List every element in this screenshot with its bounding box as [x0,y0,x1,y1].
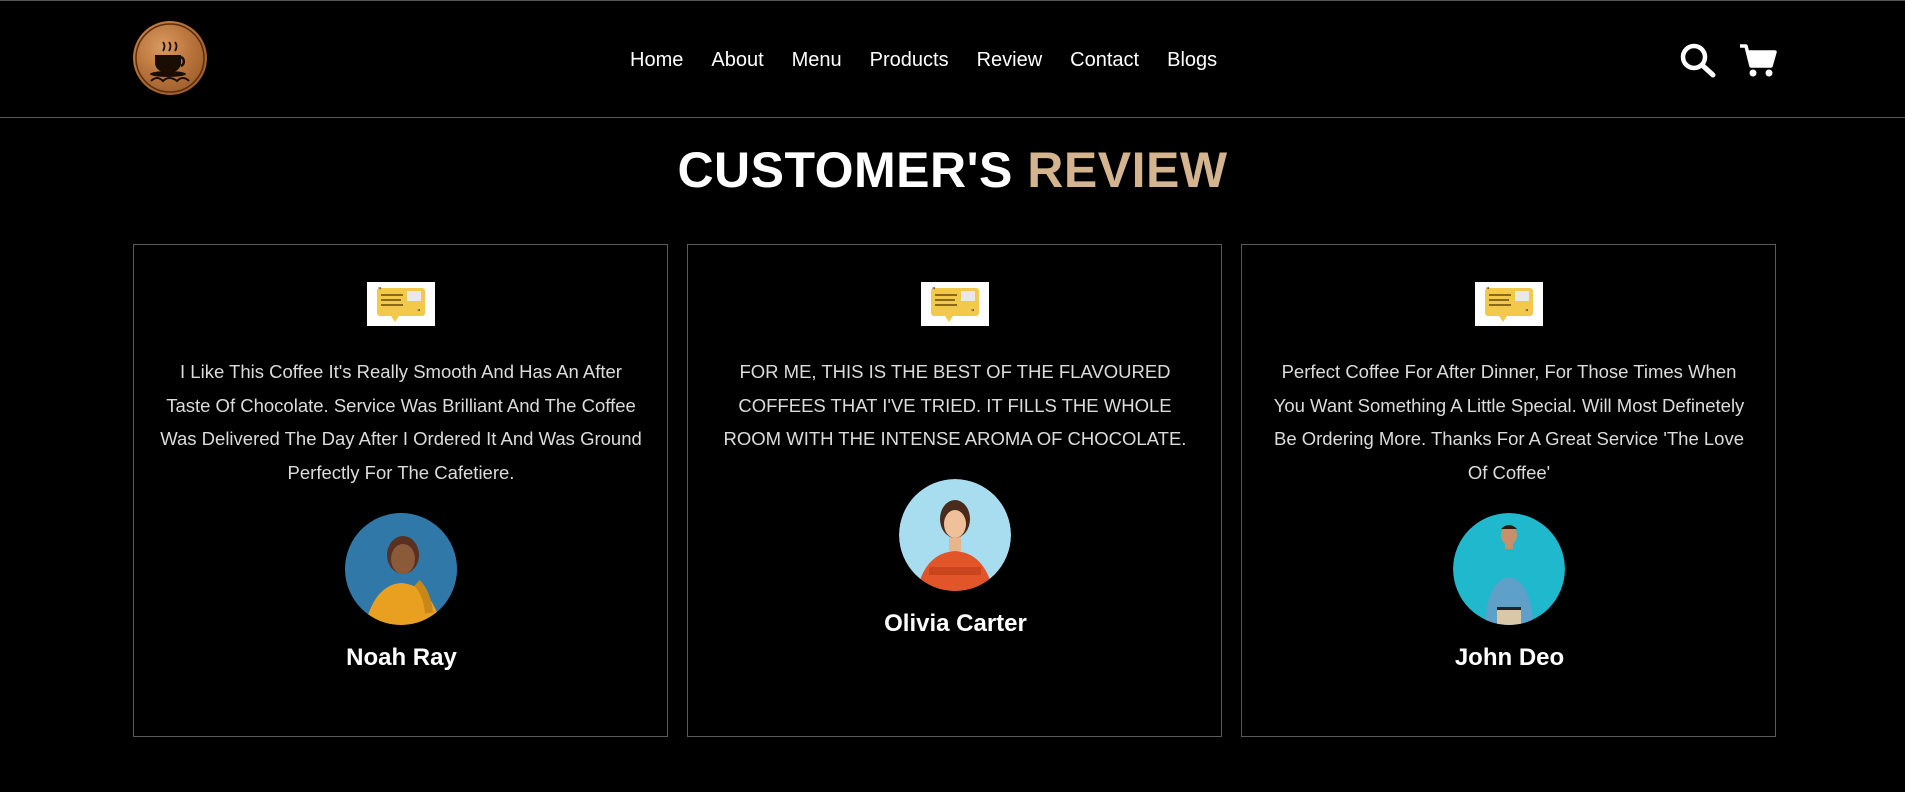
quote-bubble-icon: " " [367,282,435,326]
svg-text:": " [417,308,421,317]
coffee-point-logo[interactable] [133,21,207,95]
nav-menu[interactable]: Menu [792,47,842,73]
nav-blogs[interactable]: Blogs [1167,47,1217,73]
quote-bubble-icon: " " [1475,282,1543,326]
nav-about[interactable]: About [711,47,763,73]
cart-icon[interactable] [1738,41,1778,79]
svg-text:": " [971,308,975,317]
nav-contact[interactable]: Contact [1070,47,1139,73]
title-accent: REVIEW [1027,142,1228,198]
svg-text:": " [932,286,936,295]
section-title: CUSTOMER'S REVIEW [0,140,1905,200]
review-card: " " Perfect Coffee For After Dinner, For… [1241,244,1776,737]
reviewer-name: Noah Ray [346,644,457,671]
avatar [345,513,457,625]
search-icon[interactable] [1678,41,1718,79]
svg-text:": " [1525,308,1529,317]
avatar [899,479,1011,591]
nav-home[interactable]: Home [630,47,683,73]
main-nav: Home About Menu Products Review Contact … [630,47,1245,73]
quote-bubble-icon: " " [921,282,989,326]
nav-review[interactable]: Review [977,47,1043,73]
svg-text:": " [378,286,382,295]
review-text: I Like This Coffee It's Really Smooth An… [160,361,642,483]
svg-text:": " [1486,286,1490,295]
reviewer-name: John Deo [1454,644,1565,671]
nav-products[interactable]: Products [870,47,949,73]
review-card: " " I Like This Coffee It's Really Smoot… [133,244,668,737]
review-card: " " FOR ME, THIS IS THE BEST OF THE FLAV… [687,244,1222,737]
review-text: FOR ME, THIS IS THE BEST OF THE FLAVOURE… [723,361,1187,449]
reviewer-name: Olivia Carter [884,610,1027,637]
site-header: Home About Menu Products Review Contact … [0,0,1905,118]
review-text: Perfect Coffee For After Dinner, For Tho… [1273,361,1745,483]
avatar [1453,513,1565,625]
title-main: CUSTOMER'S [677,142,1013,198]
